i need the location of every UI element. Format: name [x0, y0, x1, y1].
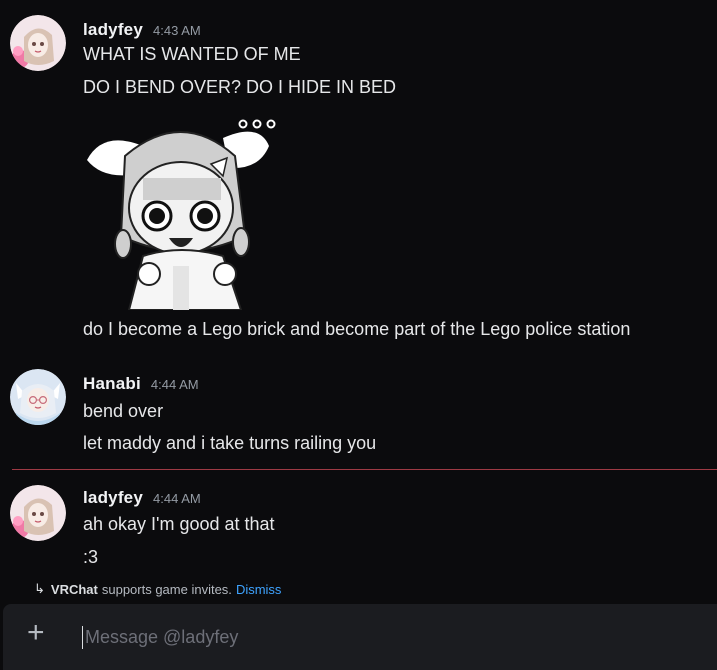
message-composer: + — [3, 604, 717, 670]
avatar-ladyfey[interactable] — [10, 15, 66, 71]
sticker-image[interactable] — [83, 116, 279, 311]
new-messages-divider — [12, 469, 717, 470]
message-text: DO I BEND OVER? DO I HIDE IN BED — [83, 77, 397, 97]
add-attachment-button[interactable]: + — [27, 618, 45, 648]
avatar-ladyfey[interactable] — [10, 485, 66, 541]
message-text: :3 — [83, 547, 99, 567]
timestamp[interactable]: 4:44 AM — [151, 377, 199, 392]
message-text: do I become a Lego brick and become part… — [83, 319, 631, 339]
notice-text: supports game invites. — [101, 581, 232, 597]
timestamp[interactable]: 4:44 AM — [153, 491, 201, 506]
username[interactable]: ladyfey — [83, 488, 143, 508]
username[interactable]: ladyfey — [83, 20, 143, 40]
timestamp[interactable]: 4:43 AM — [153, 23, 201, 38]
reply-arrow-icon: ↳ — [34, 581, 45, 596]
message-text: ah okay I'm good at that — [83, 514, 275, 534]
message-text: WHAT IS WANTED OF ME — [83, 44, 301, 64]
dismiss-link[interactable]: Dismiss — [236, 582, 282, 597]
message-text: bend over — [83, 401, 164, 421]
avatar-hanabi[interactable] — [10, 369, 66, 425]
message-text: let maddy and i take turns railing you — [83, 433, 377, 453]
username[interactable]: Hanabi — [83, 374, 141, 394]
game-invite-notice: ↳ VRChat supports game invites. Dismiss — [34, 581, 281, 597]
message-input[interactable] — [82, 626, 687, 649]
notice-app-name: VRChat — [50, 581, 98, 597]
